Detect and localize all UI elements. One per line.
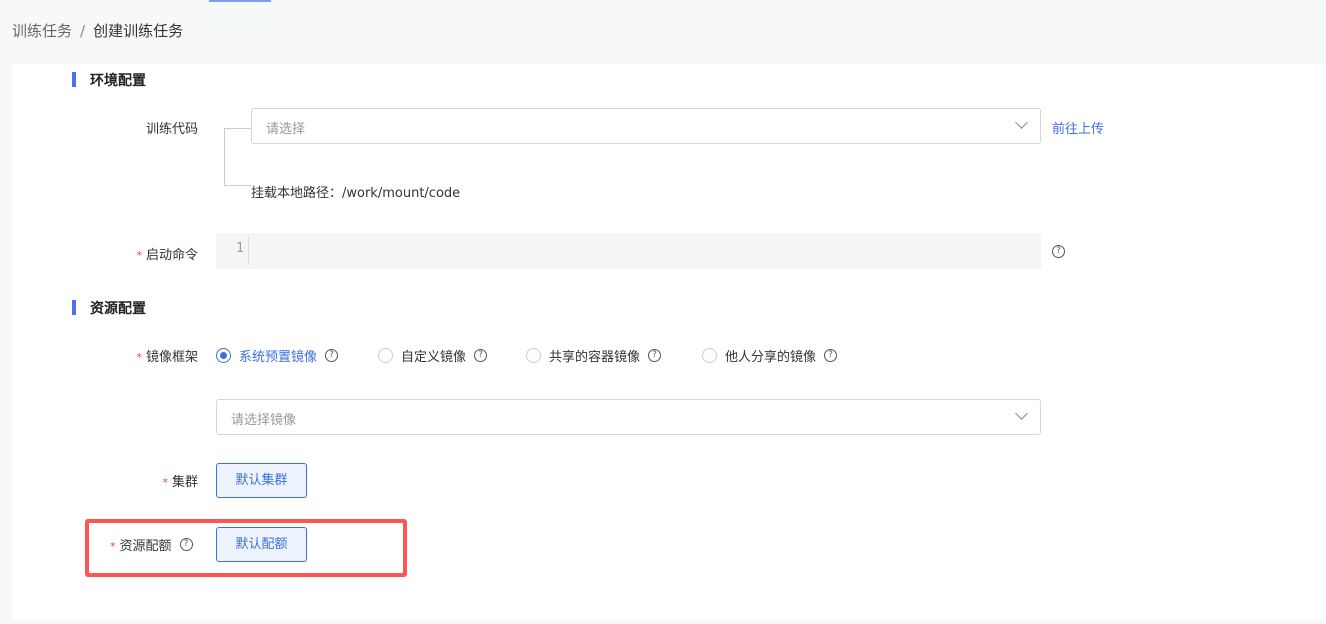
chevron-down-icon [1015,116,1028,129]
image-select[interactable]: 请选择镜像 [216,399,1041,435]
radio-label: 系统预置镜像 [239,350,318,365]
help-icon[interactable]: ? [179,538,193,551]
default-cluster-button[interactable]: 默认集群 [216,463,307,498]
cluster-label-text: 集群 [171,475,198,490]
breadcrumb-current: 创建训练任务 [93,22,184,40]
radio-label: 自定义镜像 [401,350,467,365]
cluster-label: * 集群 [8,471,198,490]
active-tab-indicator [209,0,271,2]
default-quota-button[interactable]: 默认配额 [216,527,307,562]
code-select-placeholder: 请选择 [266,122,306,137]
gutter-divider [248,237,249,265]
quota-label-text: 资源配额 [119,539,172,554]
radio-label: 他人分享的镜像 [725,350,817,365]
radio-custom-image[interactable]: 自定义镜像? [378,346,526,365]
radio-unchecked-icon [702,348,717,363]
breadcrumb-separator: / [80,22,86,40]
upload-link[interactable]: 前往上传 [1052,118,1104,137]
chevron-down-icon [1015,407,1028,420]
required-mark: * [110,540,116,553]
radio-others-shared-image[interactable]: 他人分享的镜像? [702,346,838,365]
help-icon[interactable]: ? [474,349,488,362]
image-radio-group: 系统预置镜像? 自定义镜像? 共享的容器镜像? 他人分享的镜像? [216,346,838,365]
image-select-placeholder: 请选择镜像 [231,413,297,428]
quota-label: * 资源配额? [110,535,193,554]
code-select[interactable]: 请选择 [251,108,1041,144]
required-mark: * [136,249,142,262]
cmd-label: * 启动命令 [8,244,198,263]
mount-path: 挂载本地路径：/work/mount/code [251,186,461,201]
radio-shared-container-image[interactable]: 共享的容器镜像? [526,346,702,365]
help-icon[interactable]: ? [648,349,662,362]
required-mark: * [136,351,142,364]
code-label: 训练代码 [145,122,198,137]
section-title-env: 环境配置 [72,70,146,90]
image-label: * 镜像框架 [8,346,198,365]
help-icon[interactable]: ? [824,349,838,362]
line-number: 1 [236,241,245,256]
help-icon[interactable]: ? [325,349,339,362]
image-label-text: 镜像框架 [145,350,198,365]
radio-unchecked-icon [526,348,541,363]
radio-system-image[interactable]: 系统预置镜像? [216,346,378,365]
cmd-label-text: 启动命令 [145,248,198,263]
radio-label: 共享的容器镜像 [549,350,641,365]
breadcrumb-parent[interactable]: 训练任务 [12,22,72,40]
section-title-resource: 资源配置 [72,298,146,318]
cmd-editor[interactable]: 1 [216,233,1041,269]
breadcrumb: 训练任务 / 创建训练任务 [12,20,183,41]
radio-checked-icon [216,348,231,363]
tree-connector [224,128,251,186]
radio-unchecked-icon [378,348,393,363]
help-icon[interactable]: ? [1052,245,1065,258]
required-mark: * [162,476,168,489]
